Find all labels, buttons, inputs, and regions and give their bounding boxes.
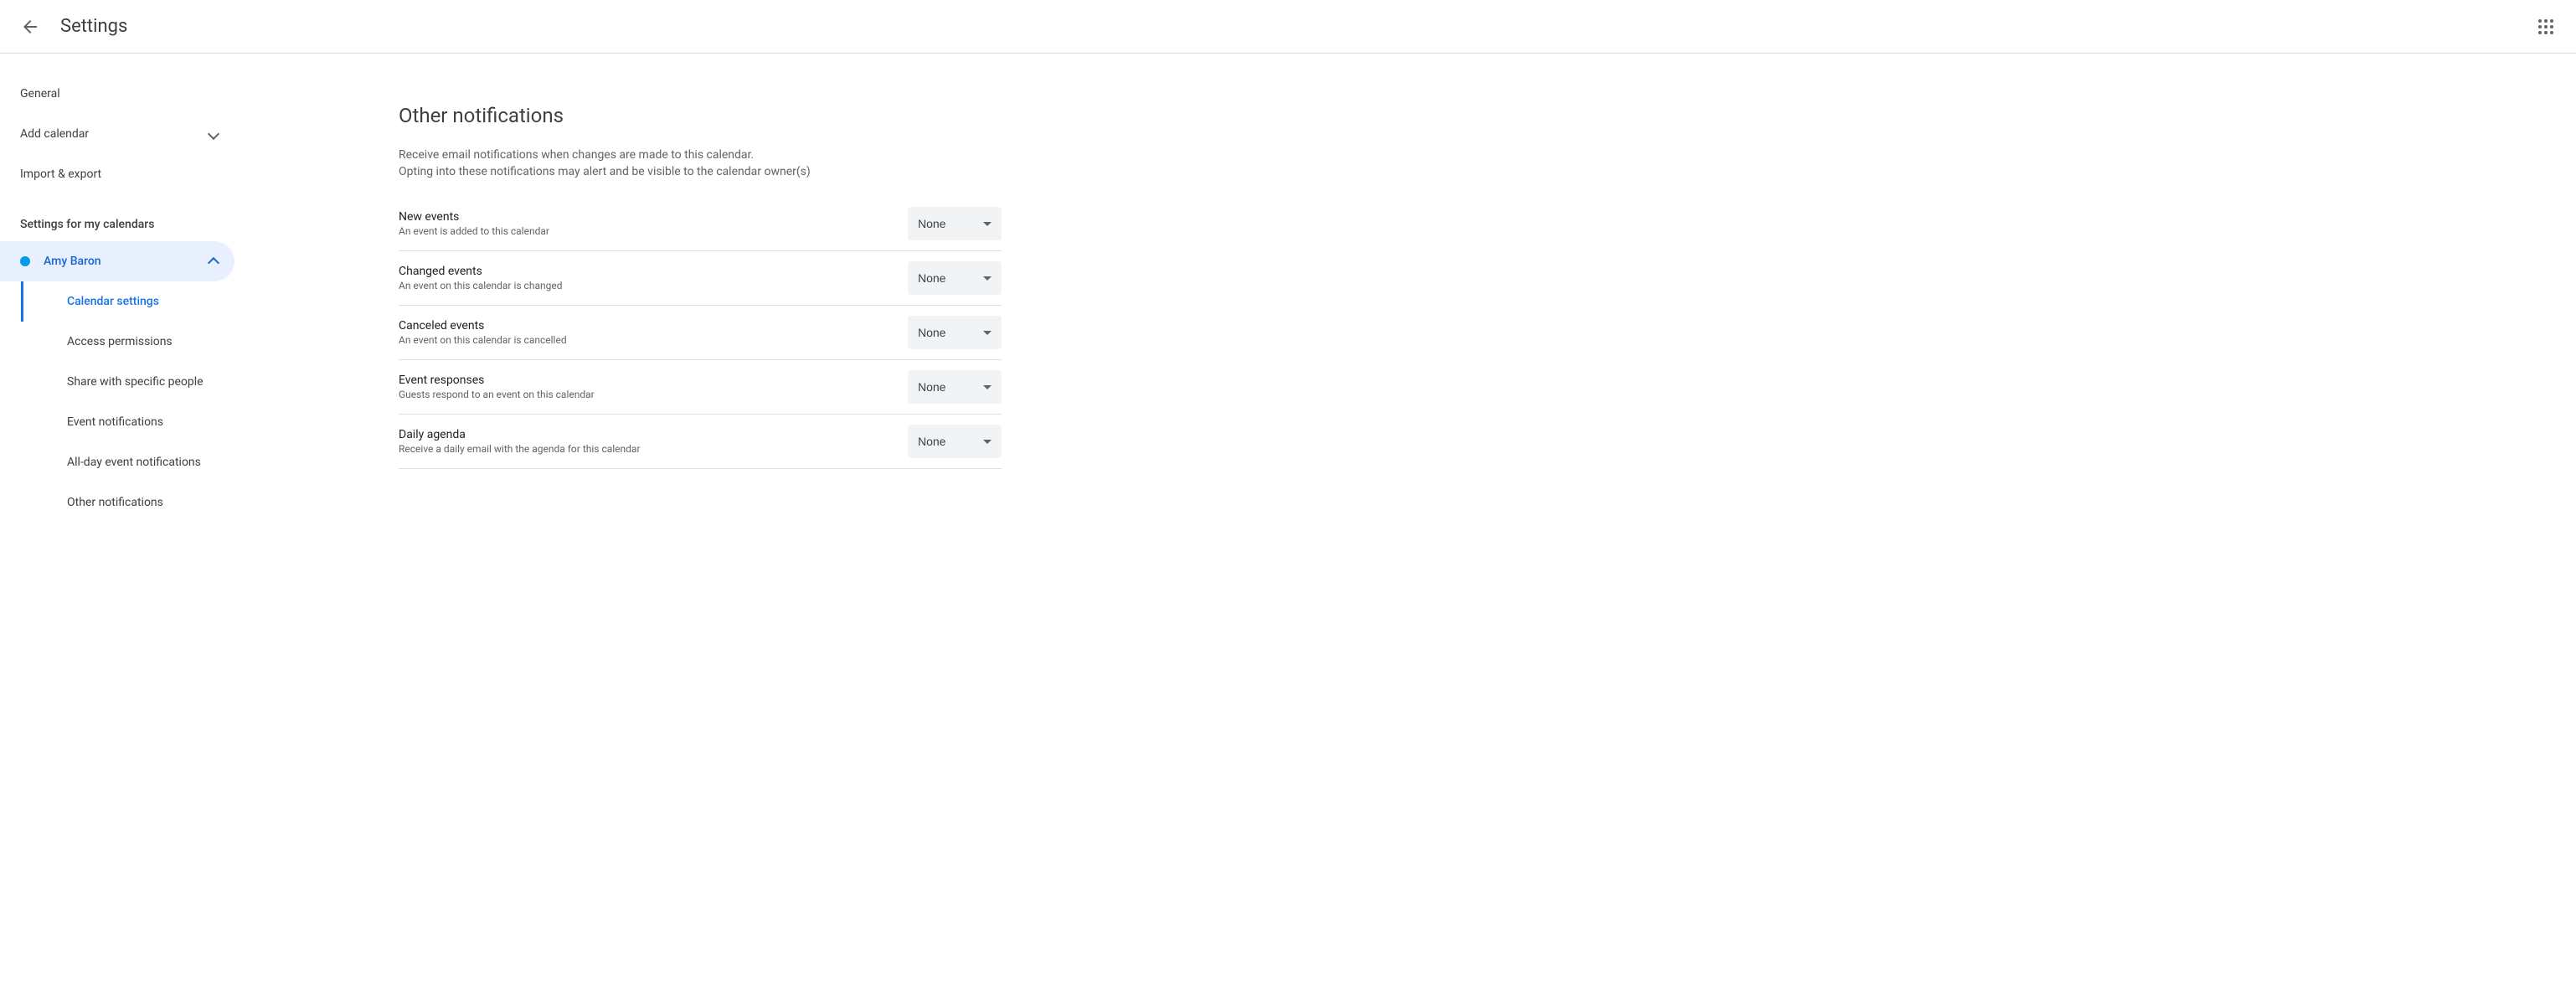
notif-title: Event responses — [399, 374, 908, 387]
arrow-left-icon — [20, 17, 40, 37]
notif-title: Canceled events — [399, 319, 908, 332]
sidebar-section-header: Settings for my calendars — [0, 194, 234, 241]
section-desc-line1: Receive email notifications when changes… — [399, 148, 754, 162]
sidebar-sub-event-notifications[interactable]: Event notifications — [21, 402, 234, 442]
chevron-up-icon — [208, 257, 219, 269]
notif-desc: Receive a daily email with the agenda fo… — [399, 443, 908, 455]
sidebar-item-label: General — [20, 87, 60, 100]
notif-dropdown-canceled-events[interactable]: None — [908, 316, 1002, 349]
sidebar-sub-allday-notifications[interactable]: All-day event notifications — [21, 442, 234, 482]
sidebar-sub-access-permissions[interactable]: Access permissions — [21, 322, 234, 362]
notif-row-canceled-events: Canceled events An event on this calenda… — [399, 306, 1002, 360]
dropdown-caret-icon — [983, 440, 992, 444]
sidebar: General Add calendar Import & export Set… — [0, 54, 234, 523]
sidebar-sub-label: All-day event notifications — [67, 456, 201, 469]
sidebar-sub-share[interactable]: Share with specific people — [21, 362, 234, 402]
notif-row-daily-agenda: Daily agenda Receive a daily email with … — [399, 415, 1002, 469]
sidebar-sub-label: Access permissions — [67, 335, 173, 348]
sidebar-item-label: Add calendar — [20, 127, 89, 141]
section-description: Receive email notifications when changes… — [399, 147, 1002, 180]
sidebar-sub-other-notifications[interactable]: Other notifications — [21, 482, 234, 523]
google-apps-button[interactable] — [2526, 7, 2566, 47]
notif-row-new-events: New events An event is added to this cal… — [399, 197, 1002, 251]
sidebar-sub-label: Share with specific people — [67, 375, 204, 389]
section-desc-line2: Opting into these notifications may aler… — [399, 165, 811, 178]
chevron-down-icon — [208, 128, 219, 140]
notif-row-event-responses: Event responses Guests respond to an eve… — [399, 360, 1002, 415]
sidebar-sub-calendar-settings[interactable]: Calendar settings — [21, 281, 234, 322]
dropdown-value: None — [918, 271, 945, 285]
sidebar-item-add-calendar[interactable]: Add calendar — [0, 114, 234, 154]
notif-desc: An event is added to this calendar — [399, 225, 908, 237]
notif-desc: Guests respond to an event on this calen… — [399, 389, 908, 400]
sidebar-calendar-amy-baron[interactable]: Amy Baron — [0, 241, 234, 281]
dropdown-caret-icon — [983, 385, 992, 389]
notif-desc: An event on this calendar is changed — [399, 280, 908, 291]
sidebar-sub-label: Calendar settings — [67, 295, 159, 308]
sidebar-item-label: Import & export — [20, 168, 101, 181]
notif-desc: An event on this calendar is cancelled — [399, 334, 908, 346]
sidebar-item-import-export[interactable]: Import & export — [0, 154, 234, 194]
main-content: Other notifications Receive email notifi… — [234, 54, 2576, 523]
notif-dropdown-changed-events[interactable]: None — [908, 261, 1002, 295]
notif-dropdown-event-responses[interactable]: None — [908, 370, 1002, 404]
dropdown-value: None — [918, 326, 945, 339]
back-button[interactable] — [10, 7, 50, 47]
topbar: Settings — [0, 0, 2576, 54]
notif-dropdown-daily-agenda[interactable]: None — [908, 425, 1002, 458]
sidebar-subitems: Calendar settings Access permissions Sha… — [0, 281, 234, 523]
calendar-color-dot — [20, 256, 30, 266]
section-title: Other notifications — [399, 104, 1002, 127]
dropdown-caret-icon — [983, 331, 992, 335]
notif-title: Daily agenda — [399, 428, 908, 441]
dropdown-value: None — [918, 435, 945, 448]
notif-dropdown-new-events[interactable]: None — [908, 207, 1002, 240]
notif-title: New events — [399, 210, 908, 224]
apps-grid-icon — [2536, 17, 2556, 37]
notif-row-changed-events: Changed events An event on this calendar… — [399, 251, 1002, 306]
sidebar-item-general[interactable]: General — [0, 74, 234, 114]
body-area: General Add calendar Import & export Set… — [0, 54, 2576, 523]
page-title: Settings — [60, 16, 127, 37]
sidebar-calendar-label: Amy Baron — [44, 255, 101, 268]
sidebar-sub-label: Other notifications — [67, 496, 163, 509]
dropdown-value: None — [918, 217, 945, 230]
dropdown-caret-icon — [983, 276, 992, 281]
dropdown-value: None — [918, 380, 945, 394]
section-other-notifications: Other notifications Receive email notifi… — [399, 104, 1002, 469]
dropdown-caret-icon — [983, 222, 992, 226]
notif-title: Changed events — [399, 265, 908, 278]
sidebar-sub-label: Event notifications — [67, 415, 163, 429]
